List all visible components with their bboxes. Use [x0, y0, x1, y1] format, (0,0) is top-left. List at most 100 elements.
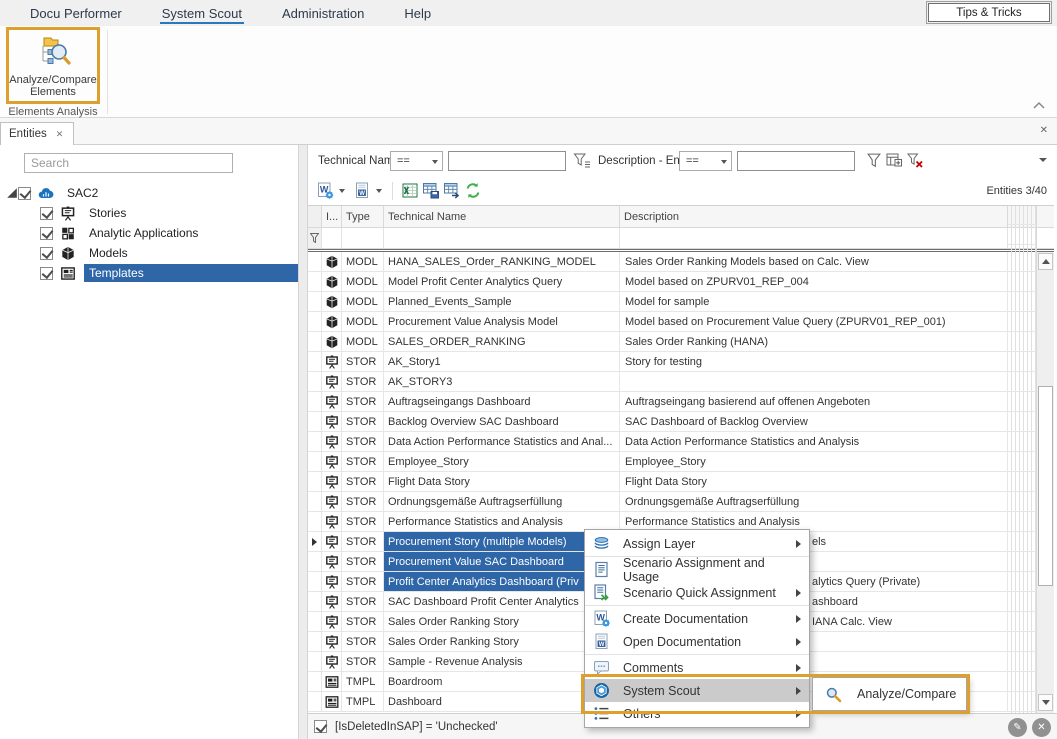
clear-filter-icon[interactable] — [906, 152, 925, 170]
table-row[interactable]: STOR Ordnungsgemäße Auftragserfüllung Or… — [308, 492, 1037, 512]
row-type: TMPL — [342, 672, 384, 691]
submenu-analyze-compare[interactable]: Analyze/Compare — [812, 677, 967, 711]
close-filter-icon[interactable]: ✕ — [1032, 718, 1051, 737]
row-technical-name[interactable]: Data Action Performance Statistics and A… — [384, 432, 620, 451]
collapse-ribbon-icon[interactable] — [1033, 96, 1045, 104]
row-technical-name[interactable]: SALES_ORDER_RANKING — [384, 332, 620, 351]
menu-item-open-documentation[interactable]: W Open Documentation — [585, 630, 809, 653]
vertical-scrollbar[interactable] — [1037, 252, 1054, 713]
filter-edit-icon[interactable] — [573, 152, 592, 170]
tree-expander-icon[interactable] — [6, 187, 18, 199]
row-type-icon — [322, 692, 342, 711]
tab-close-icon[interactable]: ✕ — [56, 129, 64, 140]
refresh-icon[interactable] — [464, 182, 483, 200]
row-technical-name[interactable]: Ordnungsgemäße Auftragserfüllung — [384, 492, 620, 511]
tree-item-stories[interactable]: Stories — [0, 203, 298, 223]
auto-filter-cell[interactable] — [384, 228, 620, 248]
menu-item-scenario-quick-assignment[interactable]: Scenario Quick Assignment — [585, 581, 809, 604]
tree-checkbox-templates[interactable] — [40, 267, 53, 280]
export-excel-icon[interactable] — [401, 182, 420, 200]
table-row[interactable]: STOR Backlog Overview SAC Dashboard SAC … — [308, 412, 1037, 432]
column-header-description[interactable]: Description — [620, 206, 1008, 227]
menu-item-comments[interactable]: Comments — [585, 656, 809, 679]
scrollbar-thumb[interactable] — [1038, 386, 1053, 586]
table-row[interactable]: STOR Auftragseingangs Dashboard Auftrags… — [308, 392, 1037, 412]
tree-item-sac2[interactable]: SAC2 — [0, 183, 298, 203]
column-header-type[interactable]: Type▲ — [342, 206, 384, 227]
submenu-arrow-icon — [796, 540, 801, 548]
table-row[interactable]: MODL HANA_SALES_Order_RANKING_MODEL Sale… — [308, 252, 1037, 272]
tree-checkbox-models[interactable] — [40, 247, 53, 260]
auto-filter-cell[interactable] — [322, 228, 342, 248]
row-technical-name[interactable]: Flight Data Story — [384, 472, 620, 491]
open-documentation-icon[interactable]: W — [353, 182, 372, 200]
table-row[interactable]: STOR Flight Data Story Flight Data Story — [308, 472, 1037, 492]
scroll-up-icon[interactable] — [1038, 253, 1053, 270]
analyze-compare-elements-button[interactable]: Analyze/CompareElements — [6, 27, 100, 104]
save-layout-icon[interactable] — [422, 182, 441, 200]
tips-tricks-button[interactable]: Tips & Tricks — [928, 3, 1050, 22]
menu-item-assign-layer[interactable]: Assign Layer — [585, 532, 809, 555]
table-row[interactable]: MODL Planned_Events_Sample Model for sam… — [308, 292, 1037, 312]
edit-filter-icon[interactable]: ✎ — [1008, 718, 1027, 737]
system-scout-icon — [593, 682, 611, 699]
chevron-down-icon[interactable] — [339, 189, 345, 193]
menu-help[interactable]: Help — [402, 2, 433, 24]
row-technical-name[interactable]: Employee_Story — [384, 452, 620, 471]
table-row[interactable]: STOR Employee_Story Employee_Story — [308, 452, 1037, 472]
menu-item-others[interactable]: Others — [585, 702, 809, 725]
menu-docu-performer[interactable]: Docu Performer — [28, 2, 124, 24]
auto-filter-cell[interactable] — [620, 228, 1008, 248]
row-technical-name[interactable]: Auftragseingangs Dashboard — [384, 392, 620, 411]
filter-field2-input[interactable] — [737, 151, 855, 171]
row-indicator — [308, 332, 322, 351]
table-row[interactable]: STOR Data Action Performance Statistics … — [308, 432, 1037, 452]
menu-administration[interactable]: Administration — [280, 2, 366, 24]
tab-strip: Entities ✕ ✕ — [0, 118, 1057, 145]
menu-item-scenario-assignment[interactable]: Scenario Assignment and Usage — [585, 558, 809, 581]
tree-item-analytic-applications[interactable]: Analytic Applications — [0, 223, 298, 243]
tree-checkbox-sac2[interactable] — [18, 187, 31, 200]
filter-field1-operator-select[interactable]: == — [390, 151, 443, 171]
row-technical-name[interactable]: Procurement Value Analysis Model — [384, 312, 620, 331]
tree-label-templates: Templates — [84, 264, 298, 282]
table-row[interactable]: MODL Procurement Value Analysis Model Mo… — [308, 312, 1037, 332]
scroll-down-icon[interactable] — [1038, 694, 1053, 711]
table-row[interactable]: STOR AK_STORY3 — [308, 372, 1037, 392]
filter-dialog-icon[interactable] — [885, 152, 904, 170]
column-header-technical-name[interactable]: Technical Name — [384, 206, 620, 227]
menu-system-scout[interactable]: System Scout — [160, 2, 244, 24]
menu-item-system-scout[interactable]: System Scout — [585, 679, 809, 702]
auto-filter-cell[interactable] — [342, 228, 384, 248]
row-technical-name[interactable]: HANA_SALES_Order_RANKING_MODEL — [384, 252, 620, 271]
load-layout-icon[interactable] — [443, 182, 462, 200]
chevron-down-icon[interactable] — [376, 189, 382, 193]
menu-item-create-documentation[interactable]: W Create Documentation — [585, 607, 809, 630]
table-row[interactable]: MODL Model Profit Center Analytics Query… — [308, 272, 1037, 292]
tab-entities[interactable]: Entities ✕ — [0, 122, 74, 145]
filter-field1-input[interactable] — [448, 151, 566, 171]
status-filter-checkbox[interactable] — [314, 720, 327, 733]
tree-item-templates[interactable]: Templates — [0, 263, 298, 283]
row-technical-name[interactable]: AK_Story1 — [384, 352, 620, 371]
filter-field2-operator-select[interactable]: == — [679, 151, 732, 171]
panel-splitter[interactable] — [298, 145, 308, 739]
search-input[interactable] — [24, 153, 233, 173]
table-row[interactable]: MODL SALES_ORDER_RANKING Sales Order Ran… — [308, 332, 1037, 352]
filter-bar-dropdown-icon[interactable] — [1039, 158, 1047, 162]
column-header-icon[interactable]: I... — [322, 206, 342, 227]
apply-filter-icon[interactable] — [865, 152, 884, 170]
row-technical-name[interactable]: Planned_Events_Sample — [384, 292, 620, 311]
row-type: STOR — [342, 492, 384, 511]
table-row[interactable]: STOR AK_Story1 Story for testing — [308, 352, 1037, 372]
tree-label-sac2: SAC2 — [62, 184, 103, 202]
row-technical-name[interactable]: Backlog Overview SAC Dashboard — [384, 412, 620, 431]
row-technical-name[interactable]: AK_STORY3 — [384, 372, 620, 391]
tree-checkbox-stories[interactable] — [40, 207, 53, 220]
create-documentation-icon[interactable]: W — [316, 182, 335, 200]
panel-close-icon[interactable]: ✕ — [1040, 125, 1048, 136]
tree-item-models[interactable]: Models — [0, 243, 298, 263]
row-technical-name[interactable]: Model Profit Center Analytics Query — [384, 272, 620, 291]
tree-checkbox-analytic-applications[interactable] — [40, 227, 53, 240]
row-type: STOR — [342, 452, 384, 471]
